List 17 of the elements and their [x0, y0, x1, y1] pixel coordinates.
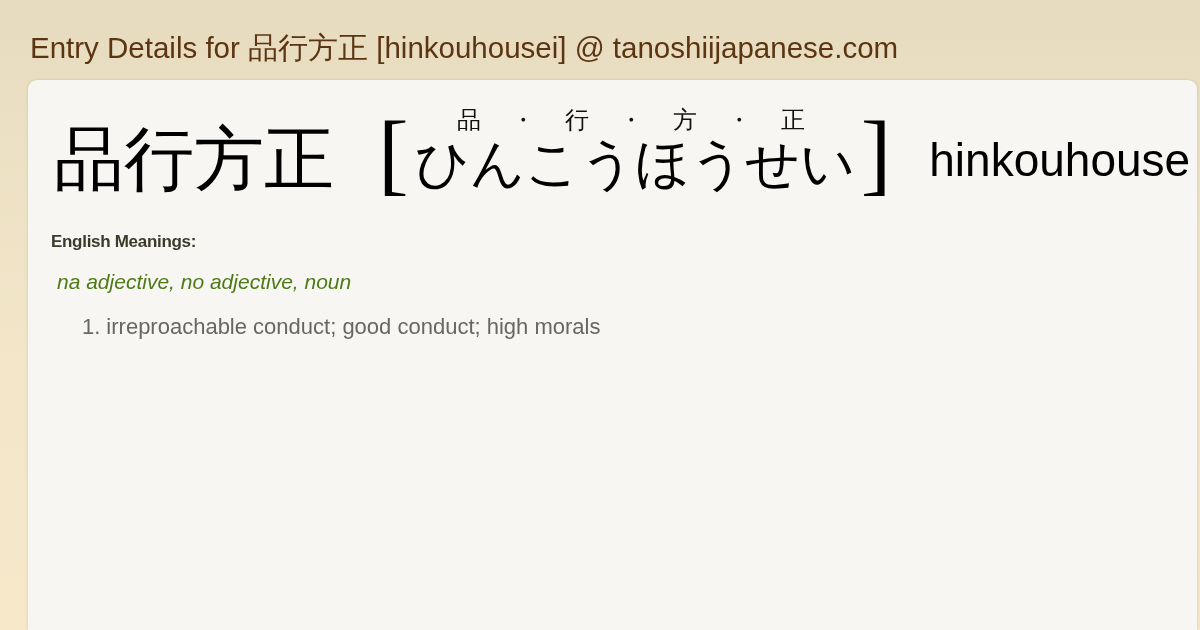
- furigana-text: 方: [672, 108, 697, 132]
- furigana-separator: ・: [510, 108, 535, 132]
- part-of-speech: na adjective, no adjective, noun: [57, 270, 352, 293]
- section-heading: English Meanings:: [51, 231, 197, 253]
- kana-reading: ひんこうほうせい: [414, 137, 855, 191]
- furigana-text: 行: [564, 108, 589, 132]
- headword-kanji: 品行方正: [54, 125, 334, 195]
- romaji-reading: hinkouhouse: [929, 137, 1191, 183]
- furigana-separator: ・: [726, 108, 751, 132]
- page-title: Entry Details for 品行方正 [hinkouhousei] @ tanoshiijapanese.com: [30, 30, 899, 66]
- furigana-text: 正: [780, 108, 805, 132]
- sense-text: irreproachable conduct; good conduct; high morals: [106, 313, 601, 341]
- close-bracket: ]: [860, 107, 892, 199]
- sense-number: 1.: [82, 313, 101, 341]
- open-bracket: [: [378, 107, 409, 199]
- furigana-text: 品: [456, 108, 481, 132]
- furigana-separator: ・: [618, 108, 643, 132]
